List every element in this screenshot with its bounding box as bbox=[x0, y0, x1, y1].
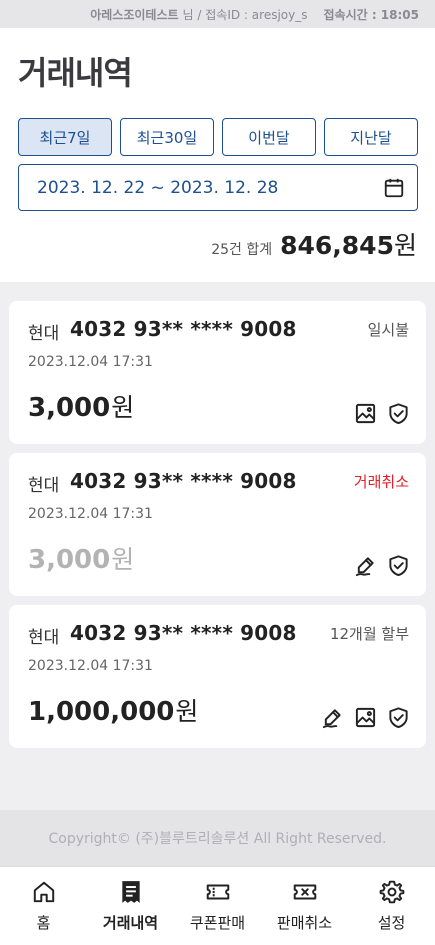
total-summary: 25건 합계 846,845원 bbox=[211, 226, 417, 262]
signature-icon[interactable] bbox=[354, 554, 377, 577]
user-id: 님 / 접속ID : aresjoy_s bbox=[182, 7, 308, 22]
nav-item-sale-cancel[interactable]: 판매취소 bbox=[261, 867, 348, 945]
home-icon bbox=[33, 881, 54, 903]
transaction-card[interactable]: 현대 4032 93** **** 9008 일시불 2023.12.04 17… bbox=[9, 301, 426, 444]
nav-item-home[interactable]: 홈 bbox=[0, 867, 87, 945]
card-company: 현대 bbox=[28, 476, 60, 496]
image-icon[interactable] bbox=[354, 402, 377, 425]
card-number: 4032 93** **** 9008 bbox=[70, 469, 297, 493]
filter-this-month[interactable]: 이번달 bbox=[222, 118, 316, 156]
transaction-amount: 3,000 원 bbox=[28, 388, 134, 424]
nav-label: 홈 bbox=[36, 914, 51, 932]
image-icon[interactable] bbox=[354, 706, 377, 729]
user-name: 아레스조이테스트 bbox=[90, 7, 179, 22]
amount-unit: 원 bbox=[111, 545, 135, 574]
bottom-nav: 홈 거래내역 쿠폰판매 판매취소 설정 bbox=[0, 866, 435, 945]
shield-check-icon[interactable] bbox=[387, 402, 410, 425]
amount-value: 1,000,000 bbox=[28, 697, 175, 727]
amount-unit: 원 bbox=[111, 393, 135, 422]
gear-icon bbox=[379, 880, 404, 904]
shield-check-icon[interactable] bbox=[387, 554, 410, 577]
amount-unit: 원 bbox=[175, 697, 199, 726]
nav-label: 거래내역 bbox=[102, 914, 159, 932]
card-actions bbox=[354, 402, 410, 425]
transaction-datetime: 2023.12.04 17:31 bbox=[28, 354, 153, 370]
header: 거래내역 최근7일 최근30일 이번달 지난달 2023. 12. 22 ~ 2… bbox=[0, 28, 435, 282]
transaction-datetime: 2023.12.04 17:31 bbox=[28, 506, 153, 522]
nav-label: 판매취소 bbox=[276, 914, 333, 932]
signature-icon[interactable] bbox=[321, 706, 344, 729]
transaction-card[interactable]: 현대 4032 93** **** 9008 거래취소 2023.12.04 1… bbox=[9, 453, 426, 596]
total-amount: 846,845 bbox=[280, 231, 394, 260]
nav-item-settings[interactable]: 설정 bbox=[348, 867, 435, 945]
date-range-text: 2023. 12. 22 ~ 2023. 12. 28 bbox=[37, 177, 279, 198]
calendar-icon[interactable] bbox=[383, 177, 405, 199]
amount-value: 3,000 bbox=[28, 393, 111, 423]
nav-label: 설정 bbox=[377, 914, 406, 932]
card-actions bbox=[321, 706, 410, 729]
transaction-card[interactable]: 현대 4032 93** **** 9008 12개월 할부 2023.12.0… bbox=[9, 605, 426, 748]
filter-last-30-days[interactable]: 최근30일 bbox=[120, 118, 214, 156]
transaction-datetime: 2023.12.04 17:31 bbox=[28, 658, 153, 674]
nav-item-transactions[interactable]: 거래내역 bbox=[87, 867, 174, 945]
nav-label: 쿠폰판매 bbox=[189, 914, 246, 932]
amount-value: 3,000 bbox=[28, 545, 111, 575]
transaction-count: 25건 합계 bbox=[211, 242, 273, 258]
nav-item-coupon-sale[interactable]: 쿠폰판매 bbox=[174, 867, 261, 945]
session-time: 접속시간 : 18:05 bbox=[323, 7, 419, 22]
transaction-amount: 3,000 원 bbox=[28, 540, 134, 576]
copyright-band: Copyright© (주)블루트리솔루션 All Right Reserved… bbox=[0, 810, 435, 866]
filter-last-7-days[interactable]: 최근7일 bbox=[18, 118, 112, 156]
ticket-cancel-icon bbox=[293, 884, 316, 900]
status-bar: 아레스조이테스트 님 / 접속ID : aresjoy_s 접속시간 : 18:… bbox=[0, 0, 435, 28]
ticket-icon bbox=[206, 884, 229, 900]
shield-check-icon[interactable] bbox=[387, 706, 410, 729]
receipt-icon bbox=[121, 881, 140, 903]
payment-type: 12개월 할부 bbox=[329, 625, 409, 643]
payment-type: 일시불 bbox=[367, 321, 409, 339]
date-range-field[interactable]: 2023. 12. 22 ~ 2023. 12. 28 bbox=[18, 164, 418, 211]
total-unit: 원 bbox=[393, 231, 417, 260]
card-company: 현대 bbox=[28, 628, 60, 648]
filter-last-month[interactable]: 지난달 bbox=[324, 118, 418, 156]
page-title: 거래내역 bbox=[18, 54, 133, 92]
card-actions bbox=[354, 554, 410, 577]
period-filters: 최근7일 최근30일 이번달 지난달 bbox=[18, 118, 418, 156]
card-number: 4032 93** **** 9008 bbox=[70, 317, 297, 341]
card-number: 4032 93** **** 9008 bbox=[70, 621, 297, 645]
transaction-amount: 1,000,000 원 bbox=[28, 692, 198, 728]
card-company: 현대 bbox=[28, 324, 60, 344]
copyright-text: Copyright© (주)블루트리솔루션 All Right Reserved… bbox=[48, 831, 387, 847]
payment-type: 거래취소 bbox=[353, 473, 409, 491]
